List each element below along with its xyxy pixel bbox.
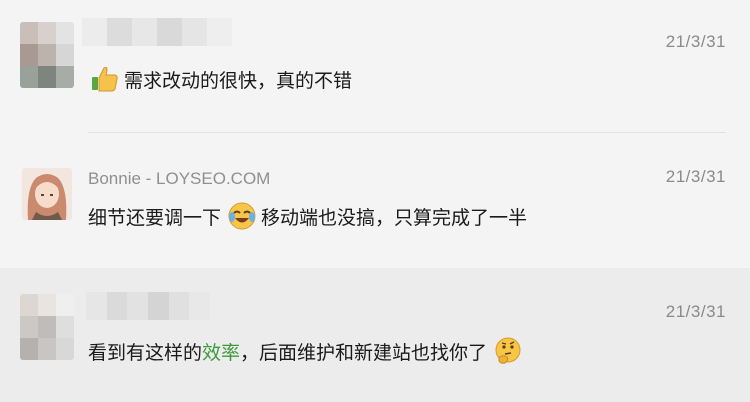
comment-text: 看到有这样的 效率 ，后面维护和新建站也找你了 bbox=[88, 336, 523, 366]
comment-message-part: 移动端也没搞，只算完成了一半 bbox=[261, 206, 528, 229]
blurred-username bbox=[86, 292, 210, 320]
comment-author[interactable]: Bonnie - LOYSEO.COM bbox=[88, 169, 270, 189]
comment-message-part: ，后面维护和新建站也找你了 bbox=[240, 341, 488, 364]
comment-message: 需求改动的很快，真的不错 bbox=[124, 69, 353, 92]
comment-item: 21/3/31 需求改动的很快，真的不错 bbox=[0, 0, 750, 132]
laughing-crying-icon bbox=[227, 201, 257, 231]
comment-text: 细节还要调一下 移动端也没搞，只算完成了一半 bbox=[88, 201, 527, 231]
comment-time: 21/3/31 bbox=[665, 32, 726, 51]
highlighted-keyword: 效率 bbox=[202, 341, 241, 364]
comment-message-part: 细节还要调一下 bbox=[88, 206, 222, 229]
comment-item: 21/3/31 看到有这样的 效率 ，后面维护和新建站也找你了 bbox=[0, 268, 750, 402]
comment-text: 需求改动的很快，真的不错 bbox=[90, 64, 352, 94]
thinking-face-icon bbox=[493, 336, 523, 366]
comment-message-part: 看到有这样的 bbox=[88, 341, 203, 364]
avatar[interactable] bbox=[20, 294, 74, 360]
avatar[interactable] bbox=[20, 22, 74, 88]
thumbs-up-icon bbox=[90, 64, 120, 94]
blurred-username bbox=[82, 18, 232, 46]
avatar[interactable] bbox=[22, 168, 72, 220]
comment-time: 21/3/31 bbox=[665, 167, 726, 186]
comment-item: Bonnie - LOYSEO.COM 21/3/31 细节还要调一下 移动端也… bbox=[0, 133, 750, 268]
comment-time: 21/3/31 bbox=[665, 302, 726, 321]
